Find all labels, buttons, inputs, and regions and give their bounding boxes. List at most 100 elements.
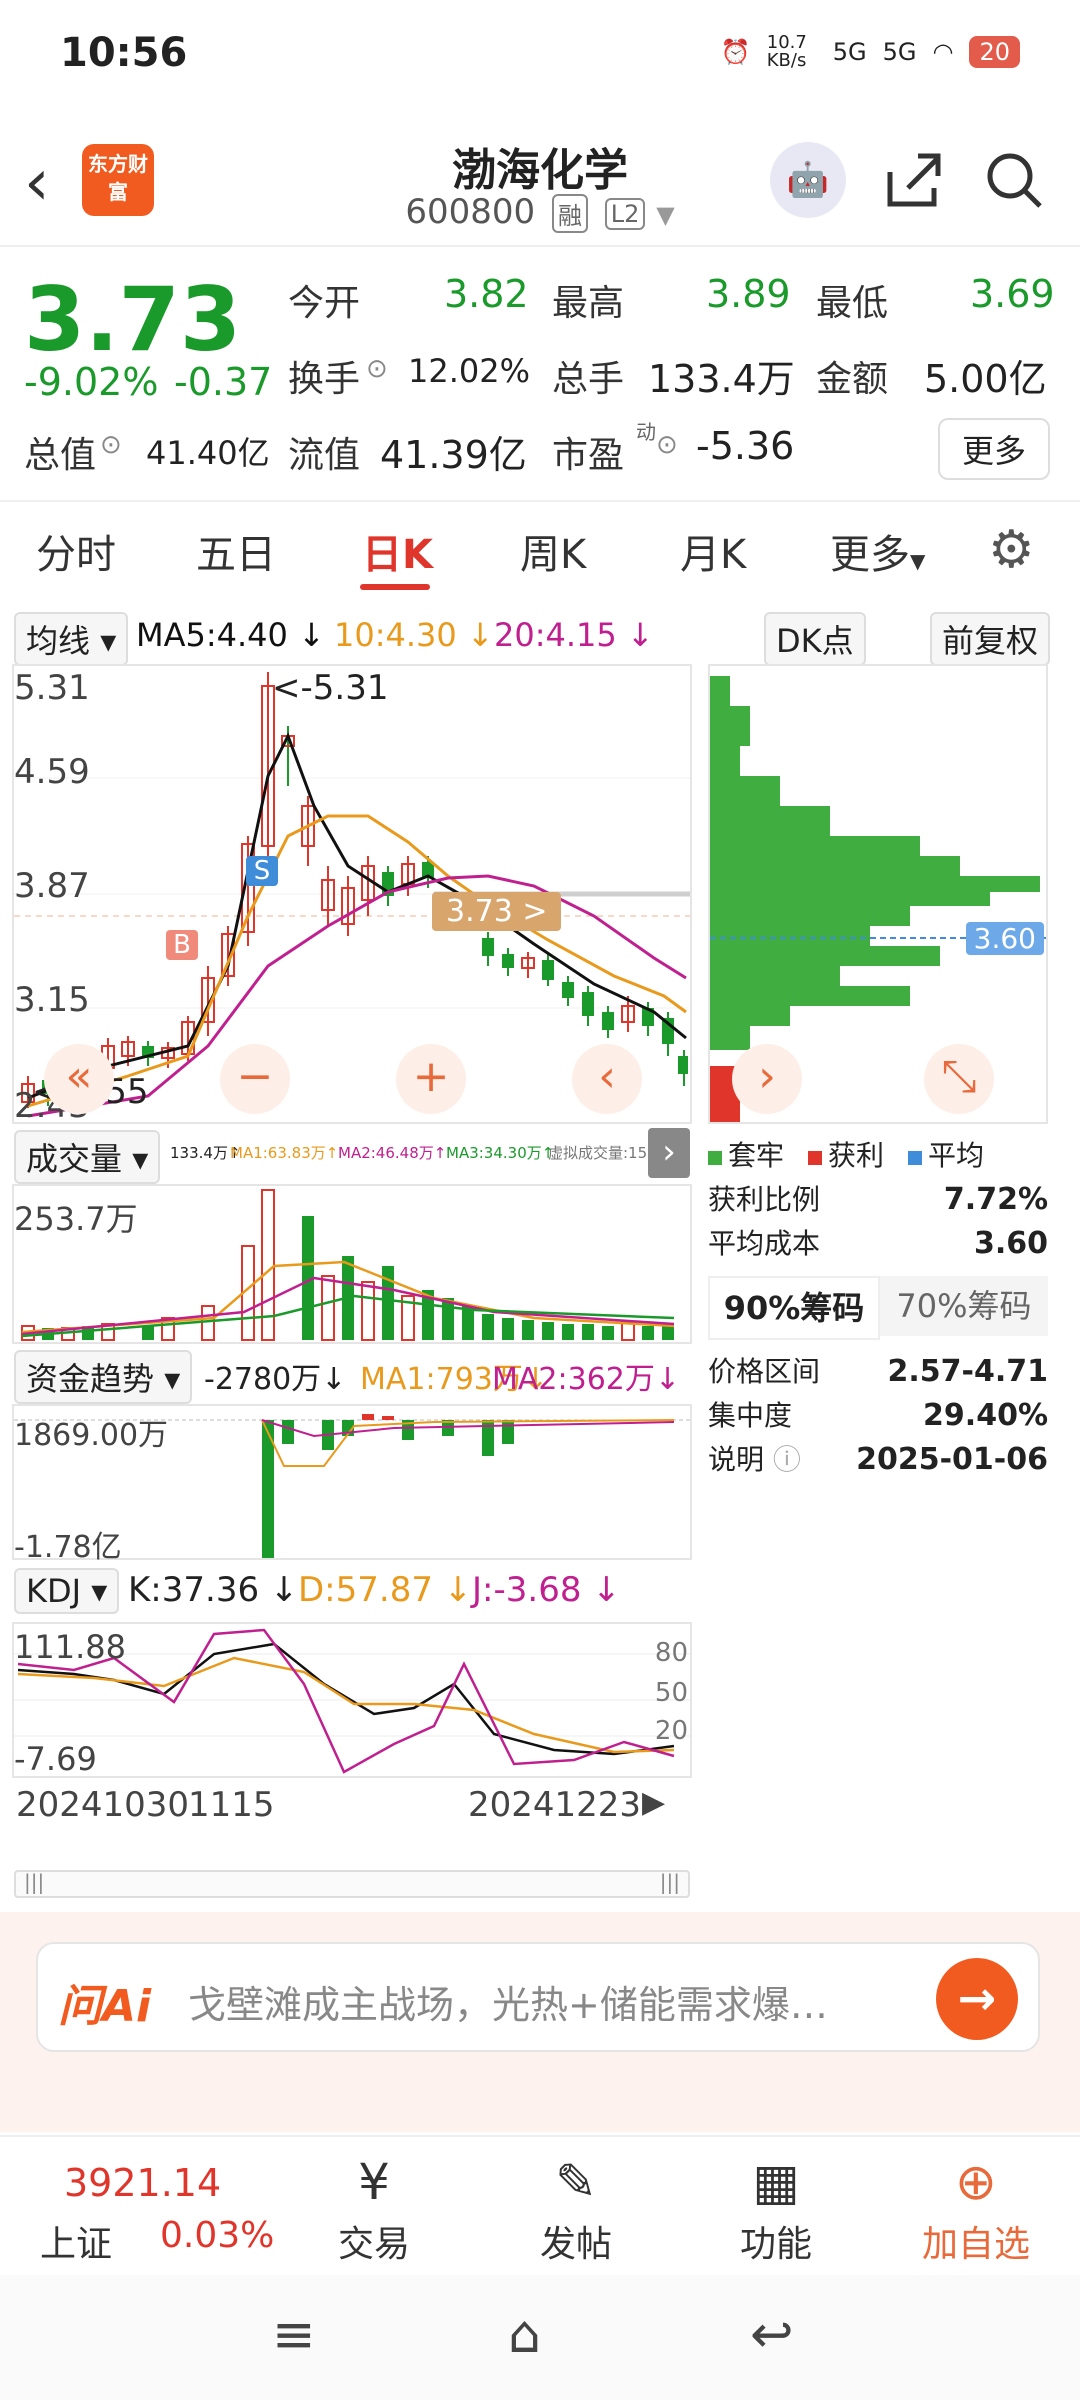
legend-profit: 获利 (808, 1134, 884, 1178)
index-name[interactable]: 上证 (40, 2215, 112, 2267)
kdj-selector[interactable]: KDJ ▾ (14, 1568, 120, 1614)
scroll-left-icon[interactable]: « (44, 1044, 114, 1114)
range-scrollbar[interactable]: ||| ||| (14, 1870, 690, 1898)
volume-max-label: 253.7万 (14, 1200, 138, 1238)
tab-daily-k[interactable]: 日K (362, 522, 433, 580)
pe-label: 市盈 (552, 435, 625, 476)
concentration-value: 29.40% (923, 1398, 1048, 1433)
ma5-value: MA5:4.40 ↓ (136, 616, 325, 654)
price-range-label: 价格区间 (708, 1355, 821, 1388)
kdj-j: J:-3.68 ↓ (472, 1570, 621, 1610)
edit-icon: ✎ (555, 2153, 597, 2211)
tab-monthly-k[interactable]: 月K (680, 522, 746, 580)
nav-add-watchlist[interactable]: ⊕ 加自选 (876, 2149, 1076, 2267)
date-start: 20241030 (16, 1785, 190, 1825)
tab-weekly-k[interactable]: 周K (520, 522, 586, 580)
level2-tag: L2 (604, 197, 646, 230)
indicator-selector[interactable]: 均线 ▾ (14, 612, 129, 666)
search-icon[interactable] (982, 148, 1046, 216)
expand-icon[interactable]: ⤡ (924, 1044, 994, 1114)
adjust-button[interactable]: 前复权 (930, 612, 1051, 666)
signal-2: 5G (882, 38, 917, 66)
scroll-handle-right[interactable]: ||| (660, 1870, 680, 1894)
nav-function[interactable]: ▦ 功能 (676, 2149, 876, 2267)
share-icon[interactable] (882, 148, 946, 216)
kdj-selector-label: KDJ (26, 1572, 82, 1610)
capital-chart[interactable]: 1869.00万 -1.78亿 (12, 1404, 692, 1565)
tab-more[interactable]: 更多▼ (830, 522, 925, 580)
capital-selector[interactable]: 资金趋势 ▾ (14, 1350, 193, 1404)
next-icon[interactable]: › (732, 1044, 802, 1114)
volume-chart[interactable]: 253.7万 (12, 1184, 692, 1344)
wifi-icon: ◠ (932, 38, 954, 66)
candles (21, 672, 688, 1108)
stock-code: 600800 (405, 192, 536, 232)
chip-70-button[interactable]: 70%筹码 (880, 1276, 1048, 1336)
gear-icon[interactable]: ⚙ (988, 520, 1035, 580)
note-date: 2025-01-06 (856, 1442, 1048, 1477)
margin-tag: 融 (551, 194, 588, 233)
volume-ma2: MA2:46.48万↑ (338, 1144, 447, 1162)
volume-label: 总手 (552, 359, 625, 400)
ai-question-text[interactable]: 戈壁滩成主战场，光热+储能需求爆… (188, 1974, 908, 2029)
index-value[interactable]: 3921.14 (64, 2161, 221, 2205)
sell-mark[interactable]: S (246, 856, 278, 886)
indicator-selector-label: 均线 (26, 622, 91, 660)
tab-underline (360, 584, 430, 590)
volume-header: 成交量 ▾ 133.4万↑ MA1:63.83万↑ MA2:46.48万↑ MA… (12, 1128, 692, 1184)
expand-right-icon[interactable]: › (648, 1128, 690, 1178)
nav-function-label: 功能 (739, 2224, 812, 2265)
info-icon[interactable]: ⊙ (100, 430, 122, 460)
zoom-out-icon[interactable]: − (220, 1044, 290, 1114)
info-icon[interactable]: ⊙ (366, 354, 388, 384)
price-range-row: 价格区间 2.57-4.71 (708, 1350, 1048, 1394)
volume-selector[interactable]: 成交量 ▾ (14, 1130, 161, 1184)
dk-point-button[interactable]: DK点 (764, 612, 866, 666)
legend-trapped-label: 套牢 (728, 1139, 785, 1172)
kdj-k: K:37.36 ↓ (128, 1570, 299, 1610)
info-icon[interactable]: ⓘ (773, 1443, 801, 1476)
previous-icon[interactable]: ‹ (572, 1044, 642, 1114)
info-icon[interactable]: ⊙ (656, 430, 678, 460)
nav-post[interactable]: ✎ 发帖 (476, 2149, 676, 2267)
menu-icon[interactable]: ≡ (272, 2305, 316, 2365)
tab-intraday[interactable]: 分时 (36, 522, 116, 580)
y-label-3: 3.87 (14, 866, 90, 906)
pe-value: -5.36 (696, 424, 795, 468)
home-icon[interactable]: ⌂ (508, 2305, 541, 2365)
buy-mark[interactable]: B (166, 930, 198, 960)
nav-trade[interactable]: ¥ 交易 (274, 2149, 474, 2267)
period-tabs: 分时 五日 日K 周K 月K 更多▼ ⚙ (0, 500, 1080, 602)
alarm-icon: ⏰ (720, 38, 751, 66)
tab-five-day[interactable]: 五日 (196, 522, 276, 580)
float-value: 41.39亿 (380, 433, 527, 477)
back-nav-icon[interactable]: ↩ (750, 2305, 794, 2365)
high-annotation: <-5.31 (272, 668, 389, 708)
date-next-icon[interactable]: ▶ (642, 1785, 665, 1820)
current-price-tag[interactable]: 3.73 > (432, 892, 562, 931)
kdj-chart[interactable]: 111.88 -7.69 80 50 20 (12, 1622, 692, 1778)
more-button[interactable]: 更多 (937, 418, 1050, 480)
chip-90-button[interactable]: 90%筹码 (708, 1276, 880, 1340)
plus-circle-icon: ⊕ (955, 2153, 997, 2211)
turnover-value: 12.02% (408, 352, 531, 390)
index-pct[interactable]: 0.03% (160, 2215, 274, 2256)
chip-info-panel: 套牢 获利 平均 获利比例 7.72% 平均成本 3.60 90%筹码 70%筹码 … (708, 1134, 1048, 1482)
kline-chart[interactable]: 5.31 4.59 3.87 3.15 2.43 <-5.31 <-2.55 3… (12, 664, 692, 1126)
quote-panel: 3.73 -9.02% -0.37 总值 ⊙ 41.40亿 今开 3.82 最高… (0, 250, 1080, 490)
y-label-2: 4.59 (14, 752, 90, 792)
zoom-in-icon[interactable]: + (396, 1044, 466, 1114)
assistant-avatar-icon[interactable]: 🤖 (770, 142, 846, 218)
arrow-right-icon[interactable]: → (936, 1958, 1018, 2040)
low-value: 3.69 (970, 272, 1055, 316)
scroll-handle-left[interactable]: ||| (24, 1870, 44, 1894)
legend-trapped: 套牢 (708, 1134, 784, 1178)
legend-avg-label: 平均 (928, 1139, 985, 1172)
system-nav-bar: ≡ ⌂ ↩ (0, 2275, 1080, 2400)
ai-section: 问Ai 戈壁滩成主战场，光热+储能需求爆… → (0, 1912, 1080, 2132)
amount-label: 金额 (816, 359, 889, 400)
ai-question-box[interactable]: 问Ai 戈壁滩成主战场，光热+储能需求爆… → (36, 1942, 1040, 2052)
last-price: 3.73 (24, 268, 242, 371)
volume-value: 133.4万 (648, 357, 795, 401)
chip-distribution[interactable]: 3.60 › ⤡ (708, 664, 1048, 1124)
